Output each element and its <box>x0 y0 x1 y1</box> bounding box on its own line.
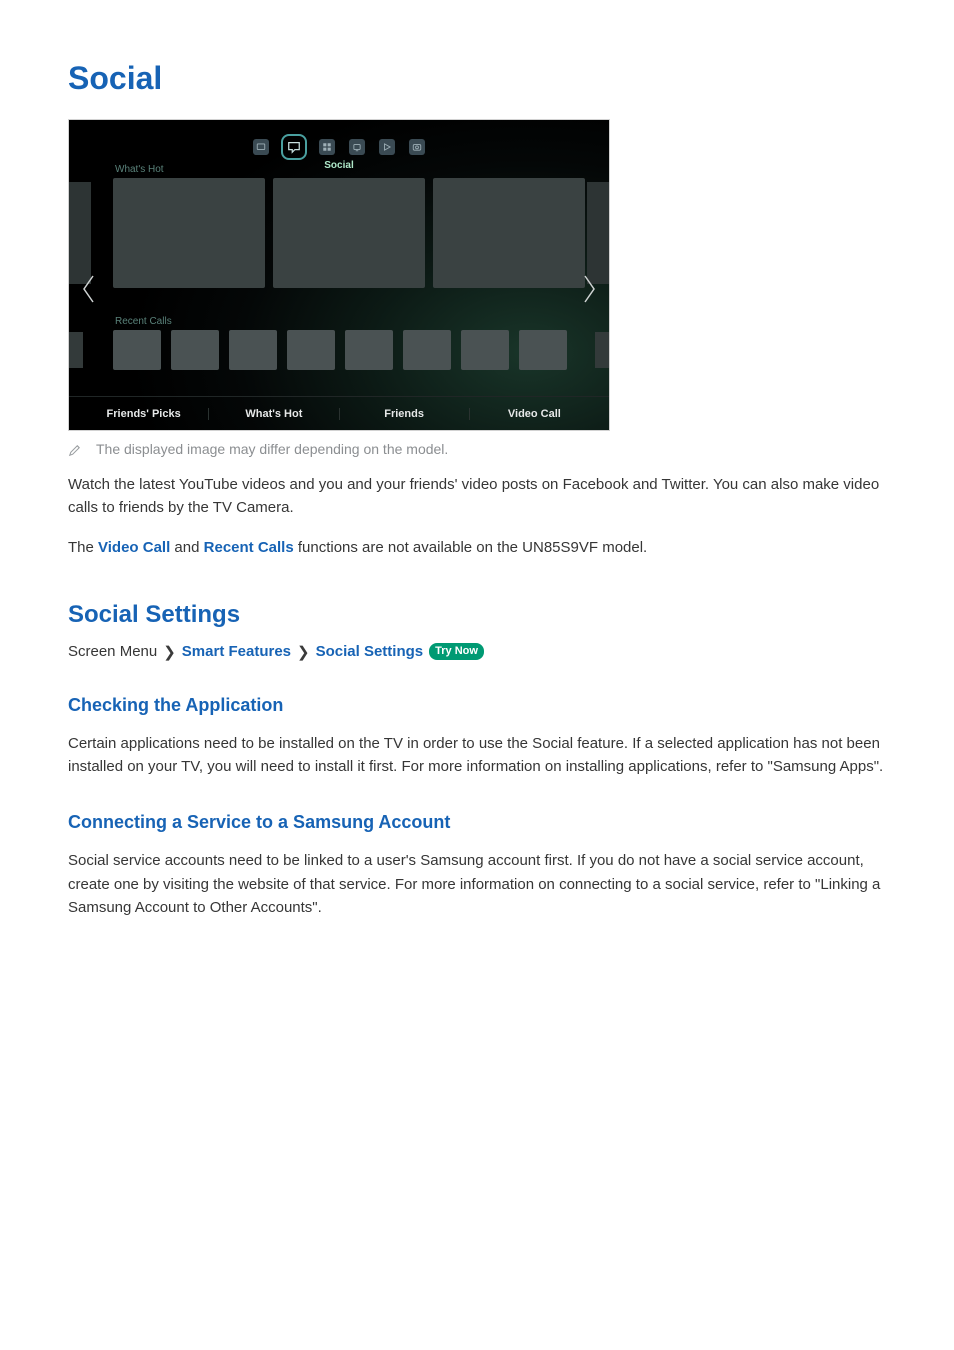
note: The displayed image may differ depending… <box>68 441 886 457</box>
video-call-link[interactable]: Video Call <box>98 539 170 556</box>
tv-content-tile <box>287 330 335 370</box>
nav-tv-icon <box>253 139 269 155</box>
tv-content-tile <box>461 330 509 370</box>
tv-bottom-item: What's Hot <box>209 408 339 420</box>
breadcrumb-smart-features[interactable]: Smart Features <box>182 643 291 660</box>
intro-paragraph-1: Watch the latest YouTube videos and you … <box>68 473 886 520</box>
breadcrumb-social-settings[interactable]: Social Settings <box>316 643 424 660</box>
tv-content-tile <box>403 330 451 370</box>
tv-content-tile <box>519 330 567 370</box>
text-fragment: functions are not available on the UN85S… <box>294 539 648 556</box>
paragraph: Social service accounts need to be linke… <box>68 849 886 919</box>
intro-paragraph-2: The Video Call and Recent Calls function… <box>68 536 886 559</box>
tv-tile-edge <box>69 332 83 368</box>
tv-section-whats-hot-label: What's Hot <box>115 164 164 175</box>
paragraph: Certain applications need to be installe… <box>68 732 886 779</box>
tv-content-tile <box>113 330 161 370</box>
tv-tile-edge <box>595 332 609 368</box>
tv-top-nav <box>253 136 425 158</box>
tv-bottom-item: Friends' Picks <box>79 408 209 420</box>
nav-social-icon <box>283 136 305 158</box>
text-fragment: The <box>68 539 98 556</box>
tv-bottom-bar: Friends' Picks What's Hot Friends Video … <box>69 396 609 430</box>
subsection-checking-application: Checking the Application <box>68 695 886 716</box>
tv-screenshot: Social What's Hot Recent Calls <box>68 119 610 431</box>
chevron-right-icon: ❯ <box>163 643 176 661</box>
tv-bottom-item: Friends <box>340 408 470 420</box>
recent-calls-link[interactable]: Recent Calls <box>204 539 294 556</box>
nav-photo-icon <box>409 139 425 155</box>
breadcrumb: Screen Menu ❯ Smart Features ❯ Social Se… <box>68 643 886 661</box>
tv-section-recent-label: Recent Calls <box>115 316 172 327</box>
tv-content-tile <box>229 330 277 370</box>
tv-content-tile <box>113 178 265 288</box>
try-now-button[interactable]: Try Now <box>429 643 484 660</box>
page-title: Social <box>68 60 886 97</box>
pencil-icon <box>68 443 82 457</box>
tv-recent-row <box>113 330 567 370</box>
tv-content-tile <box>433 178 585 288</box>
subsection-connecting-service: Connecting a Service to a Samsung Accoun… <box>68 812 886 833</box>
tv-content-tile <box>171 330 219 370</box>
chevron-right-icon: ❯ <box>297 643 310 661</box>
breadcrumb-root: Screen Menu <box>68 643 157 660</box>
text-fragment: and <box>170 539 203 556</box>
tv-whats-hot-row <box>113 178 585 288</box>
nav-on-tv-icon <box>349 139 365 155</box>
note-text: The displayed image may differ depending… <box>96 441 448 457</box>
chevron-left-icon <box>75 268 103 317</box>
tv-bottom-item: Video Call <box>470 408 599 420</box>
nav-apps-icon <box>319 139 335 155</box>
chevron-right-icon <box>575 268 603 317</box>
nav-play-icon <box>379 139 395 155</box>
tv-content-tile <box>345 330 393 370</box>
section-social-settings: Social Settings <box>68 601 886 629</box>
tv-content-tile <box>273 178 425 288</box>
